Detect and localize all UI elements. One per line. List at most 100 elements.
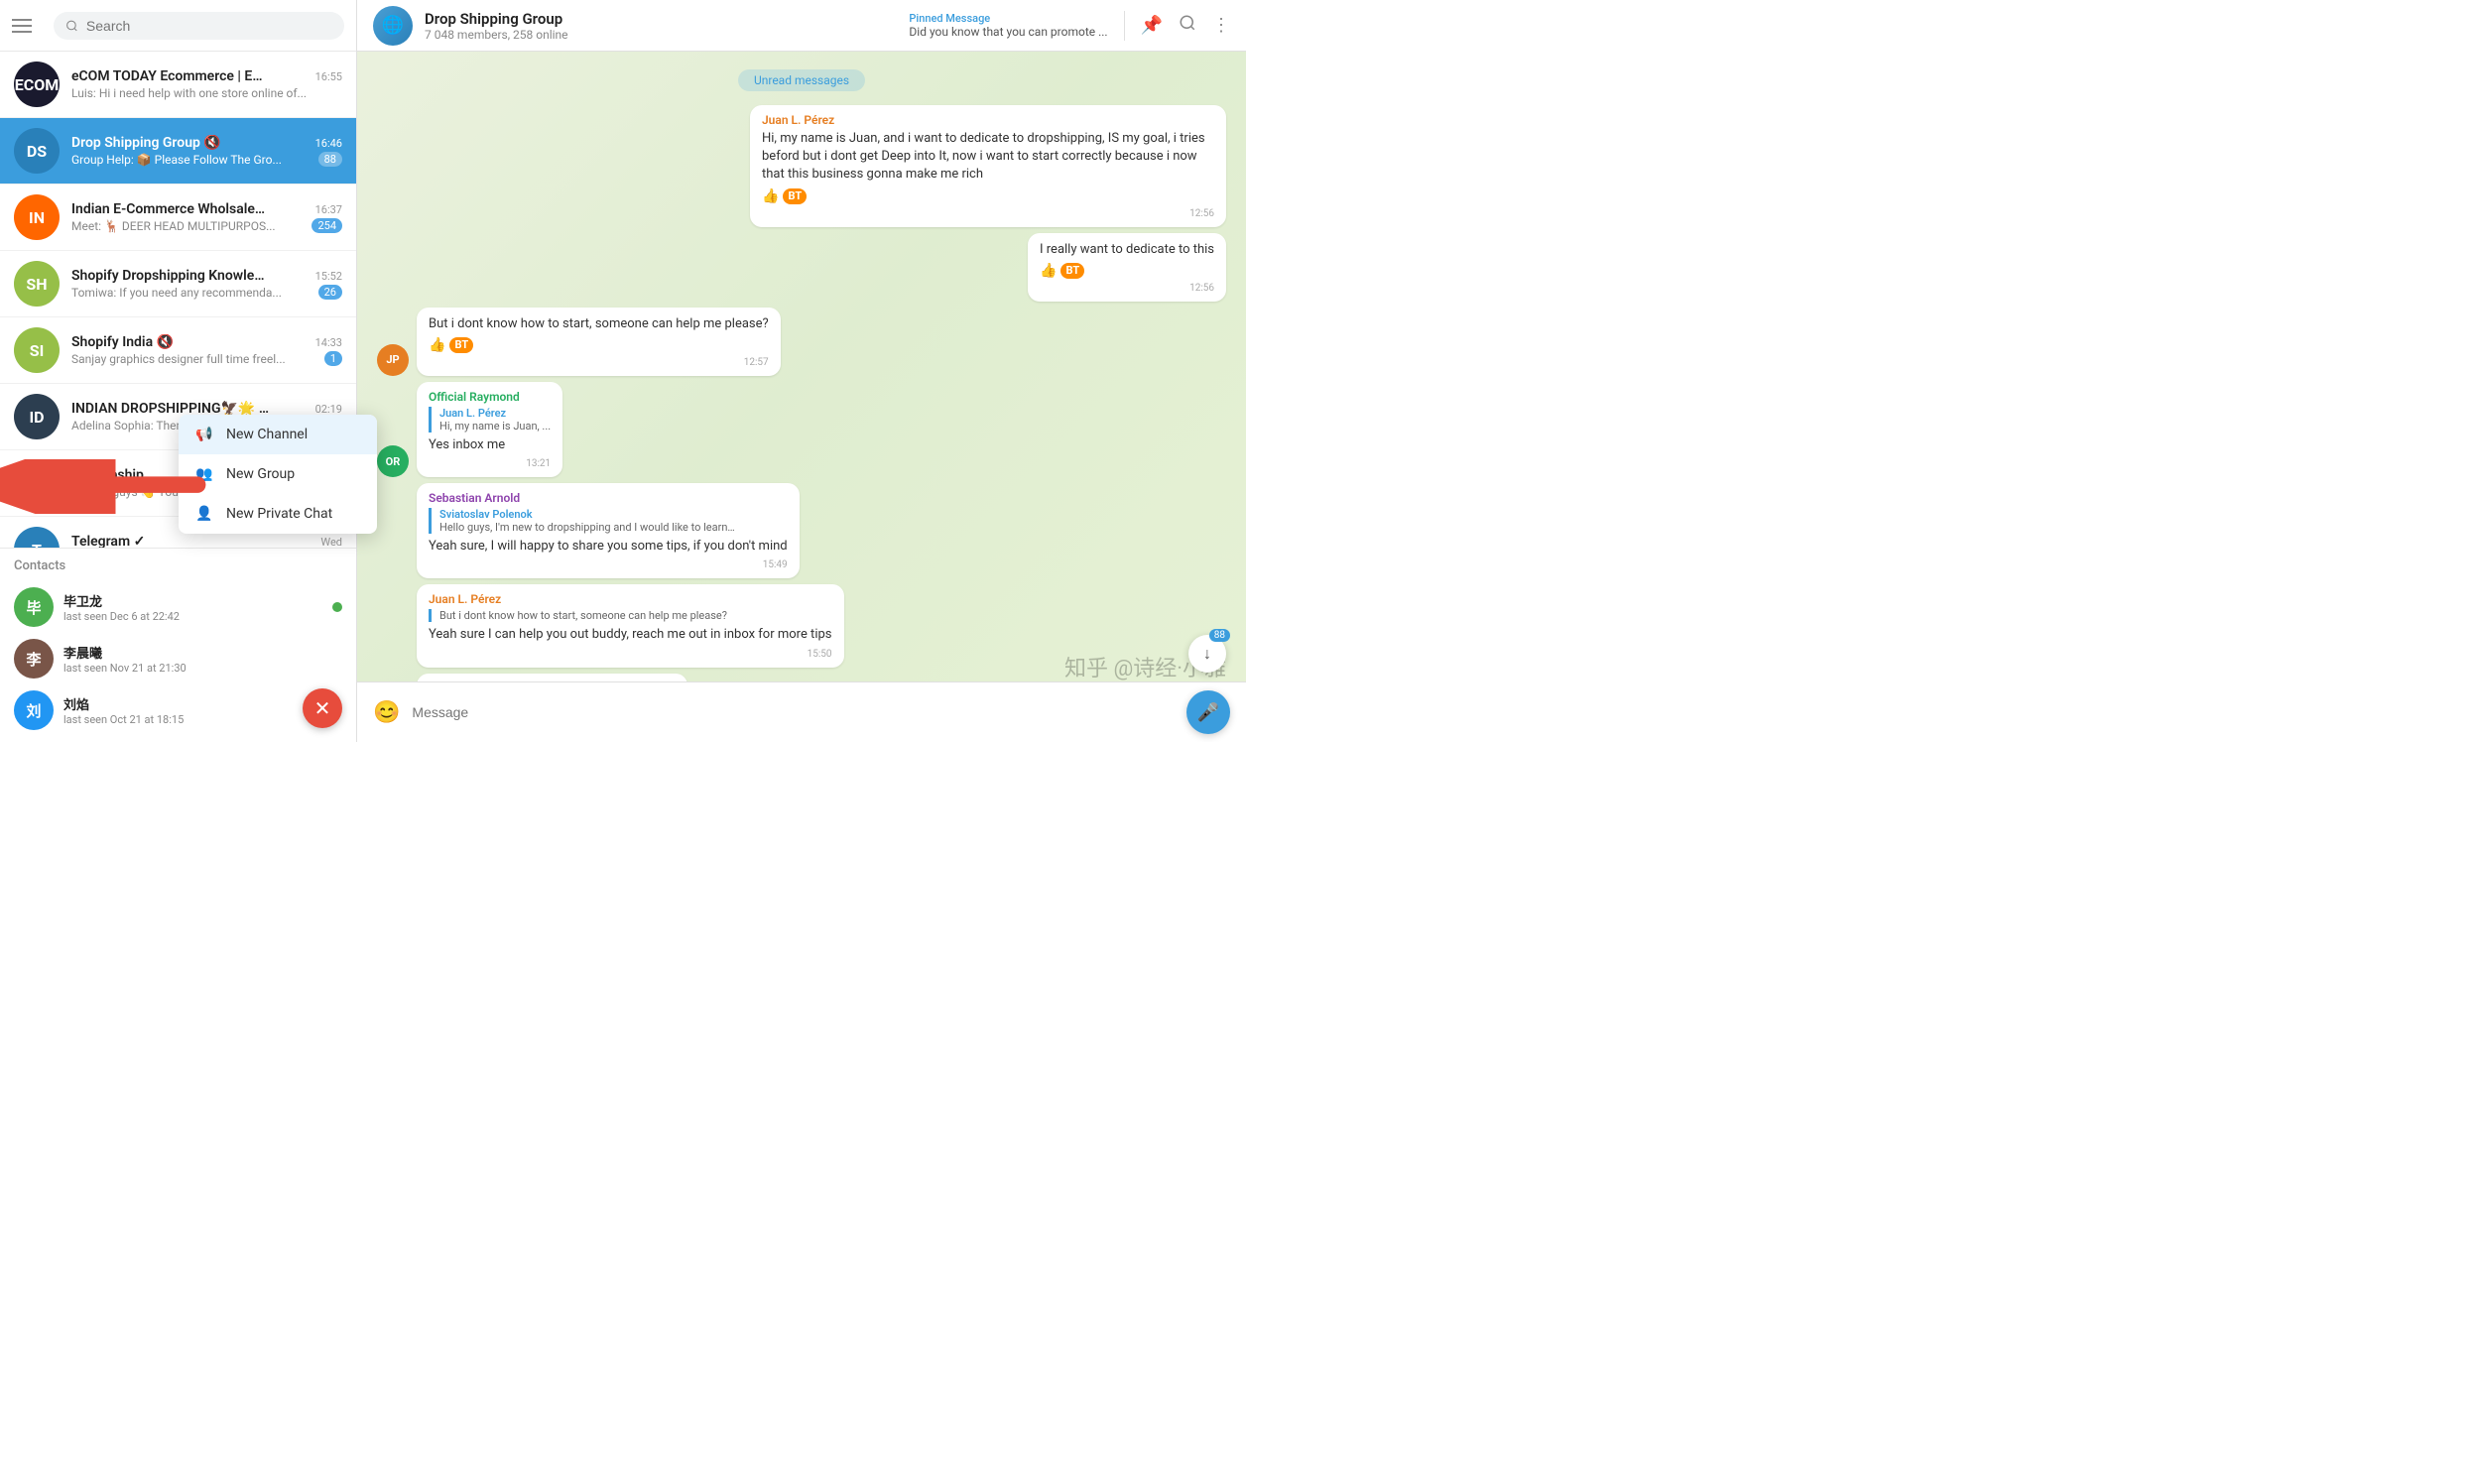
hamburger-menu[interactable] xyxy=(12,10,44,42)
more-options-icon[interactable]: ⋮ xyxy=(1212,15,1230,36)
pinned-label: Pinned Message xyxy=(909,12,1107,25)
reply-text: Hi, my name is Juan, ... xyxy=(439,420,551,433)
search-bar[interactable] xyxy=(54,12,344,40)
contact-item-c1[interactable]: 毕 毕卫龙 last seen Dec 6 at 22:42 xyxy=(14,581,342,633)
message-row: JP But i dont know how to start, someone… xyxy=(377,308,1226,376)
message-sender: Juan L. Pérez xyxy=(762,113,1214,127)
unread-badge: 88 xyxy=(318,152,342,167)
reaction-emoji[interactable]: 👍 xyxy=(429,337,445,353)
unread-count-badge: 88 xyxy=(1209,629,1230,642)
reaction-bt[interactable]: BT xyxy=(783,188,807,204)
message-text: Yeah sure I can help you out buddy, reac… xyxy=(429,626,832,644)
message-text: Yeah sure, I will happy to share you som… xyxy=(429,538,788,556)
reactions: 👍BT xyxy=(429,337,769,353)
reaction-emoji[interactable]: 👍 xyxy=(1040,263,1057,279)
reply-quote: Juan L. Pérez Hi, my name is Juan, ... xyxy=(429,407,551,433)
message-text: Hi, my name is Juan, and i want to dedic… xyxy=(762,130,1214,185)
chat-avatar: AD xyxy=(14,460,60,506)
context-menu-item-new-channel[interactable]: 📢 New Channel xyxy=(179,415,377,454)
chat-preview: Tomiwa: If you need any recommenda... xyxy=(71,286,282,300)
chat-main: 🌐 Drop Shipping Group 7 048 members, 258… xyxy=(357,0,1246,742)
unread-badge: 26 xyxy=(318,285,342,300)
reaction-bt[interactable]: BT xyxy=(449,337,473,353)
chat-time: 16:46 xyxy=(315,137,342,150)
context-menu: 📢 New Channel 👥 New Group 👤 New Private … xyxy=(179,415,377,534)
chat-name: Shopify India 🔇 xyxy=(71,334,174,350)
message-time: 12:56 xyxy=(762,208,1214,219)
group-name[interactable]: Drop Shipping Group xyxy=(425,10,909,28)
contact-name: 毕卫龙 xyxy=(63,591,322,610)
sidebar-header xyxy=(0,0,356,52)
sidebar: ECOM eCOM TODAY Ecommerce | ENG C... 16:… xyxy=(0,0,357,742)
scroll-to-bottom-button[interactable]: 88 ↓ xyxy=(1188,635,1226,673)
contact-item-c3[interactable]: 刘 刘焰 last seen Oct 21 at 18:15 xyxy=(14,684,342,736)
contacts-title: Contacts xyxy=(14,558,342,573)
messages-area: Unread messages Juan L. Pérez Hi, my nam… xyxy=(357,52,1246,681)
reaction-bt[interactable]: BT xyxy=(1060,263,1084,279)
chat-avatar: ECOM xyxy=(14,62,60,107)
reply-sender: Juan L. Pérez xyxy=(439,407,551,420)
contact-info: 毕卫龙 last seen Dec 6 at 22:42 xyxy=(63,591,322,623)
chat-info: Drop Shipping Group 🔇 16:46 Group Help: … xyxy=(71,135,342,167)
chat-info: Telegram ✓ Wed Login code: 49450. Do not… xyxy=(71,534,342,548)
chat-name: Shopify Dropshipping Knowledge ... xyxy=(71,268,270,284)
unread-divider: Unread messages xyxy=(377,69,1226,91)
unread-badge: 1 xyxy=(324,351,342,366)
contact-info: 刘焰 last seen Oct 21 at 18:15 xyxy=(63,694,342,726)
pin-icon[interactable]: 📌 xyxy=(1141,15,1163,36)
divider xyxy=(1124,11,1125,41)
mic-button[interactable]: 🎤 xyxy=(1186,690,1230,734)
chat-name: AliDropship xyxy=(71,467,144,483)
message-time: 12:56 xyxy=(1040,283,1214,294)
contact-avatar: 毕 xyxy=(14,587,54,627)
group-info: Drop Shipping Group 7 048 members, 258 o… xyxy=(425,10,909,42)
reaction-emoji[interactable]: 👍 xyxy=(762,188,779,204)
message-bubble: But i dont know how to start, someone ca… xyxy=(417,308,781,376)
reactions: 👍BT xyxy=(1040,263,1214,279)
chat-avatar: SH xyxy=(14,261,60,307)
chat-header: 🌐 Drop Shipping Group 7 048 members, 258… xyxy=(357,0,1246,52)
group-avatar: 🌐 xyxy=(373,6,413,46)
contact-avatar: 李 xyxy=(14,639,54,679)
chat-name: eCOM TODAY Ecommerce | ENG C... xyxy=(71,68,270,84)
new-private-label: New Private Chat xyxy=(226,506,332,522)
message-row: OR Official Raymond Juan L. Pérez Hi, my… xyxy=(377,382,1226,477)
message-input[interactable] xyxy=(412,704,1175,720)
chat-item-ecom-today[interactable]: ECOM eCOM TODAY Ecommerce | ENG C... 16:… xyxy=(0,52,356,118)
search-input[interactable] xyxy=(86,18,332,34)
message-time: 15:49 xyxy=(429,559,788,570)
chat-input-bar: 😊 🎤 xyxy=(357,681,1246,742)
chat-avatar: T xyxy=(14,527,60,548)
message-avatar: JP xyxy=(377,344,409,376)
chat-time: 16:37 xyxy=(315,203,342,216)
new-group-label: New Group xyxy=(226,466,295,482)
search-icon xyxy=(65,19,78,33)
chat-item-shopify-dropshipping[interactable]: SH Shopify Dropshipping Knowledge ... 15… xyxy=(0,251,356,317)
chat-time: 02:19 xyxy=(315,403,342,416)
chat-item-drop-shipping[interactable]: DS Drop Shipping Group 🔇 16:46 Group Hel… xyxy=(0,118,356,185)
reactions: 👍BT xyxy=(762,188,1214,204)
context-menu-item-new-private[interactable]: 👤 New Private Chat xyxy=(179,494,377,534)
pinned-message-area[interactable]: Pinned Message Did you know that you can… xyxy=(909,12,1107,39)
chat-info: eCOM TODAY Ecommerce | ENG C... 16:55 Lu… xyxy=(71,68,342,100)
message-text: But i dont know how to start, someone ca… xyxy=(429,315,769,333)
context-menu-item-new-group[interactable]: 👥 New Group xyxy=(179,454,377,494)
emoji-button[interactable]: 😊 xyxy=(373,700,400,725)
contact-status: last seen Nov 21 at 21:30 xyxy=(63,662,342,675)
online-indicator xyxy=(332,602,342,612)
chat-item-shopify-india[interactable]: SI Shopify India 🔇 14:33 Sanjay graphics… xyxy=(0,317,356,384)
message-sender: Juan L. Pérez xyxy=(429,592,832,606)
contact-item-c2[interactable]: 李 李晨曦 last seen Nov 21 at 21:30 xyxy=(14,633,342,684)
chat-preview: Luis: Hi i need help with one store onli… xyxy=(71,86,307,100)
message-row: I really want to dedicate to this 👍BT 12… xyxy=(377,233,1226,302)
message-time: 12:57 xyxy=(429,357,769,368)
header-actions: Pinned Message Did you know that you can… xyxy=(909,11,1230,41)
message-bubble: I really want to dedicate to this 👍BT 12… xyxy=(1028,233,1226,302)
close-fab-button[interactable]: ✕ xyxy=(303,688,342,728)
search-header-icon[interactable] xyxy=(1179,14,1196,37)
chat-name: Telegram ✓ xyxy=(71,534,145,548)
chat-item-indian-ecommerce[interactable]: IN Indian E-Commerce Wholsaler B2... 16:… xyxy=(0,185,356,251)
contact-status: last seen Oct 21 at 18:15 xyxy=(63,713,342,726)
chat-time: 16:55 xyxy=(315,70,342,83)
message-bubble: Juan L. Pérez Hi, my name is Juan, and i… xyxy=(750,105,1226,227)
